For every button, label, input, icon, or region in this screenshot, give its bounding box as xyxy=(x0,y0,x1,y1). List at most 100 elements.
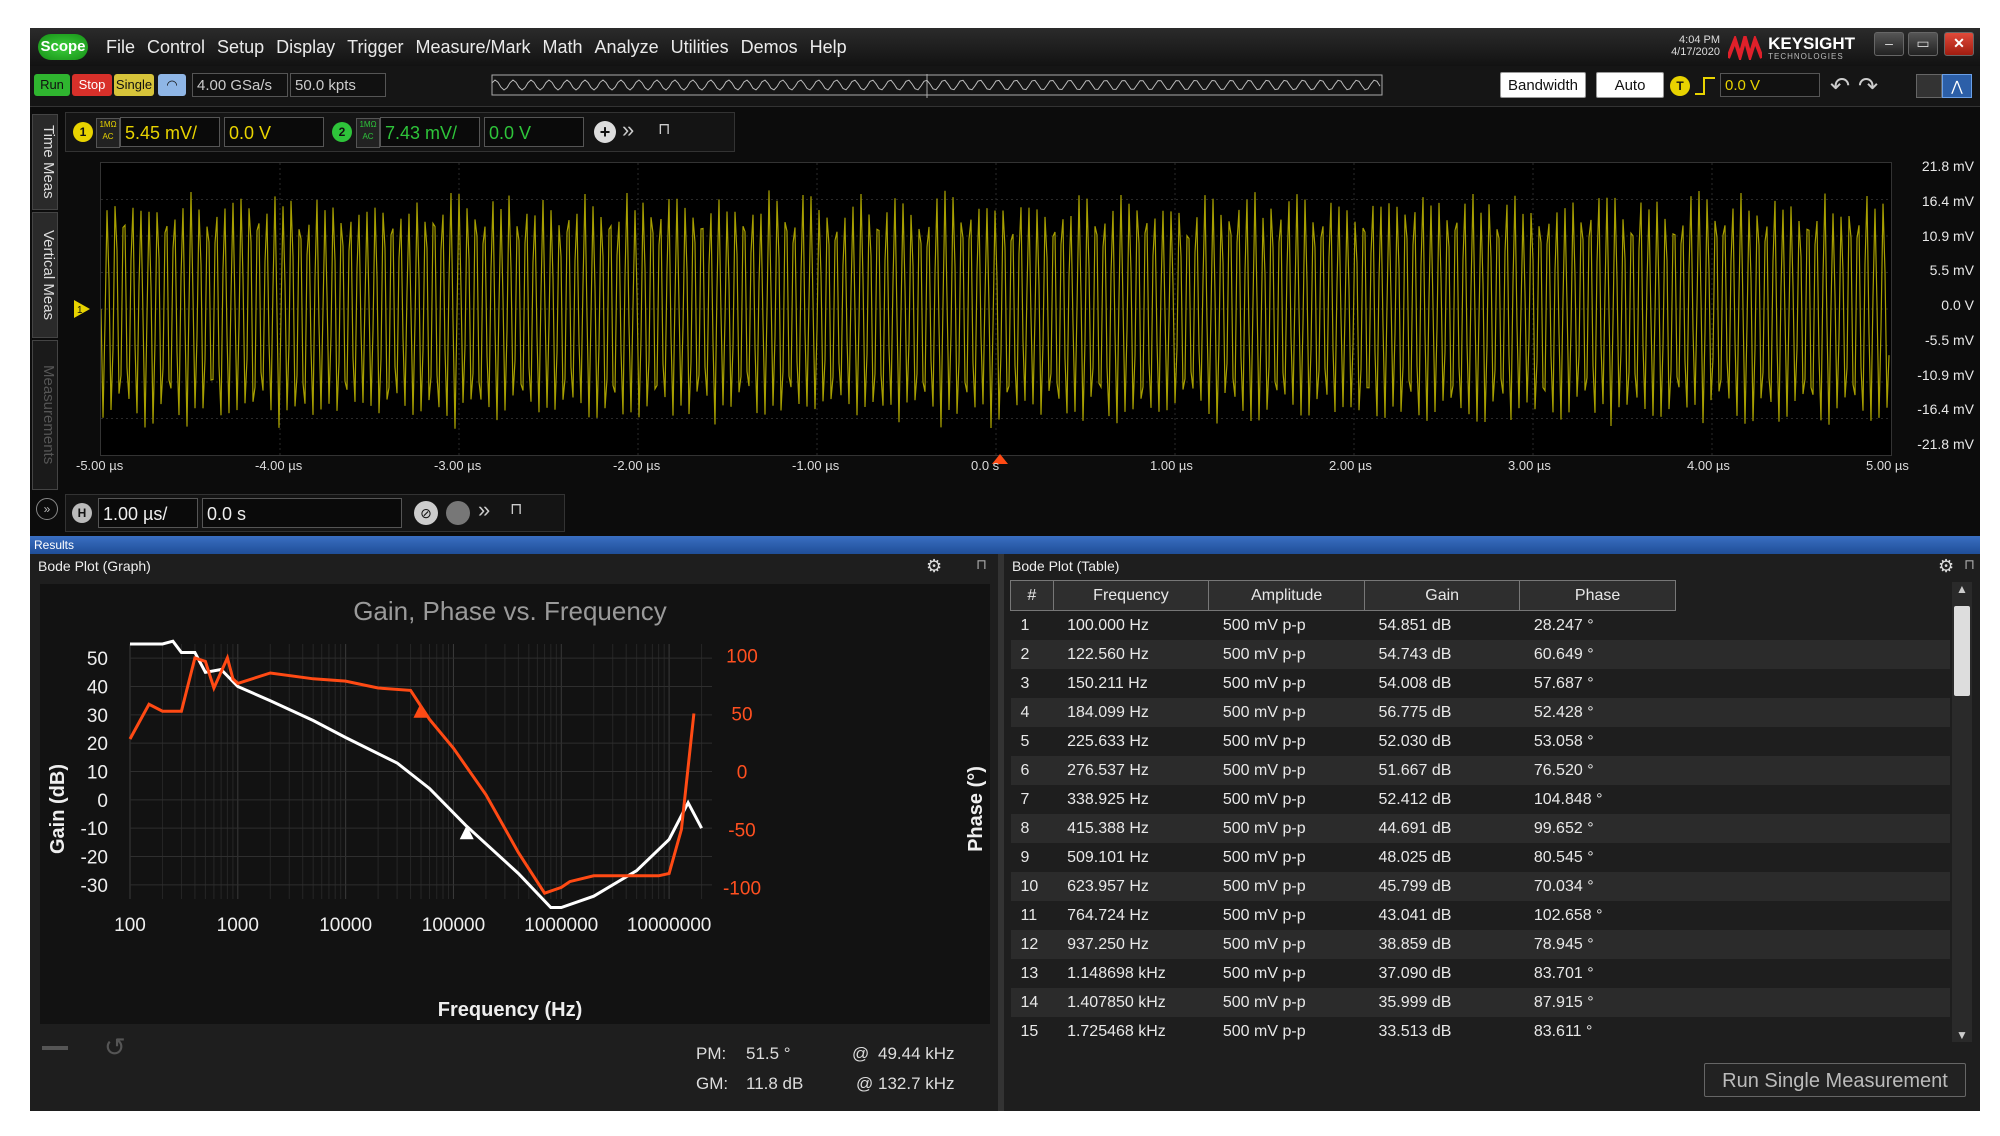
table-scrollbar[interactable]: ▲ ▼ xyxy=(1952,582,1972,1042)
memory-depth[interactable]: 50.0 kpts xyxy=(290,73,386,97)
bode-chart[interactable]: Gain, Phase vs. Frequency Frequency (Hz)… xyxy=(40,584,990,1024)
scope-logo[interactable]: Scope xyxy=(38,34,88,60)
more-icon[interactable]: » xyxy=(622,117,634,143)
table-row[interactable]: 9 509.101 Hz 500 mV p-p 48.025 dB 80.545 ° xyxy=(1010,843,1950,872)
redo-icon[interactable]: ↷ xyxy=(1858,72,1878,101)
menu-file[interactable]: File xyxy=(100,37,141,58)
table-row[interactable]: 1 100.000 Hz 500 mV p-p 54.851 dB 28.247 ° xyxy=(1010,610,1950,640)
channel-1-badge[interactable]: 1 xyxy=(73,122,93,142)
timebase-scale[interactable]: 1.00 µs/ xyxy=(98,498,198,528)
layout-icon[interactable] xyxy=(1916,74,1942,98)
reference-icon[interactable] xyxy=(446,501,470,525)
table-row[interactable]: 13 1.148698 kHz 500 mV p-p 37.090 dB 83.701 … xyxy=(1010,959,1950,988)
maximize-button[interactable]: ▭ xyxy=(1908,32,1938,56)
waveform-display[interactable] xyxy=(100,162,1892,456)
timebase-pin-icon[interactable]: ⊓ xyxy=(510,499,522,519)
menu-utilities[interactable]: Utilities xyxy=(665,37,735,58)
channel-2-offset[interactable]: 0.0 V xyxy=(484,117,584,147)
undo-icon[interactable]: ↶ xyxy=(1830,72,1850,101)
rising-edge-icon[interactable] xyxy=(1694,76,1716,96)
scroll-down-icon[interactable]: ▼ xyxy=(1956,1028,1968,1042)
table-row[interactable]: 6 276.537 Hz 500 mV p-p 51.667 dB 76.520 ° xyxy=(1010,756,1950,785)
sample-rate[interactable]: 4.00 GSa/s xyxy=(192,73,288,97)
cell-gain: 35.999 dB xyxy=(1364,988,1520,1017)
expand-icon[interactable]: » xyxy=(36,498,58,520)
channel-1-offset[interactable]: 0.0 V xyxy=(224,117,324,147)
table-row[interactable]: 4 184.099 Hz 500 mV p-p 56.775 dB 52.428 ° xyxy=(1010,698,1950,727)
trigger-mode-auto-button[interactable]: Auto xyxy=(1596,72,1664,98)
minimize-button[interactable]: – xyxy=(1874,32,1904,56)
col-phase[interactable]: Phase xyxy=(1519,580,1676,611)
table-row[interactable]: 11 764.724 Hz 500 mV p-p 43.041 dB 102.658 ° xyxy=(1010,901,1950,930)
y2-tick-label: -50 xyxy=(728,820,755,841)
timebase-more-icon[interactable]: » xyxy=(478,497,490,523)
channel-1-scale[interactable]: 5.45 mV/ xyxy=(120,117,220,147)
cell-amplitude: 500 mV p-p xyxy=(1208,1017,1365,1040)
cell-index: 14 xyxy=(1010,988,1054,1017)
table-row[interactable]: 15 1.725468 kHz 500 mV p-p 33.513 dB 83.611 … xyxy=(1010,1017,1950,1040)
single-button[interactable]: Single xyxy=(114,74,154,96)
scroll-thumb[interactable] xyxy=(1954,606,1970,696)
tab-measurements[interactable]: Measurements xyxy=(32,340,58,490)
keysight-logo: KEYSIGHT TECHNOLOGIES xyxy=(1728,34,1855,62)
graph-settings-icon[interactable]: ⚙ xyxy=(926,556,942,577)
table-row[interactable]: 10 623.957 Hz 500 mV p-p 45.799 dB 70.034 ° xyxy=(1010,872,1950,901)
menu-demos[interactable]: Demos xyxy=(735,37,804,58)
channel-2-badge[interactable]: 2 xyxy=(332,122,352,142)
menu-analyze[interactable]: Analyze xyxy=(589,37,665,58)
results-header[interactable]: Results xyxy=(30,536,1980,554)
y2-tick-label: 50 xyxy=(731,705,752,726)
graph-pin-icon[interactable]: ⊓ xyxy=(976,556,987,573)
x-axis-label: -2.00 µs xyxy=(613,458,661,473)
table-row[interactable]: 3 150.211 Hz 500 mV p-p 54.008 dB 57.687 ° xyxy=(1010,669,1950,698)
menu-measure-mark[interactable]: Measure/Mark xyxy=(409,37,536,58)
tab-time-meas[interactable]: Time Meas xyxy=(32,114,58,210)
timebase-position[interactable]: 0.0 s xyxy=(202,498,402,528)
zoom-out-icon[interactable] xyxy=(42,1046,68,1050)
table-row[interactable]: 14 1.407850 kHz 500 mV p-p 35.999 dB 87.915 … xyxy=(1010,988,1950,1017)
margins-readout: PM: 51.5 ° @ 49.44 kHz GM: 11.8 dB @ 132… xyxy=(690,1044,990,1104)
col-amplitude[interactable]: Amplitude xyxy=(1208,580,1365,611)
menu-trigger[interactable]: Trigger xyxy=(341,37,409,58)
acquisition-icon[interactable]: ◠ xyxy=(158,74,186,96)
menu-math[interactable]: Math xyxy=(537,37,589,58)
reset-zoom-icon[interactable]: ↺ xyxy=(104,1032,126,1063)
table-row[interactable]: 12 937.250 Hz 500 mV p-p 38.859 dB 78.945 ° xyxy=(1010,930,1950,959)
col-gain[interactable]: Gain xyxy=(1363,580,1521,611)
channel-2-coupling[interactable]: 1MΩ AC xyxy=(356,118,380,148)
waveform-view-icon[interactable]: ⋀ xyxy=(1942,74,1972,98)
zoom-icon[interactable]: ⊘ xyxy=(414,501,438,525)
horizontal-badge[interactable]: H xyxy=(72,503,92,523)
close-button[interactable]: ✕ xyxy=(1944,32,1974,56)
col-frequency[interactable]: Frequency xyxy=(1052,580,1210,611)
x-tick-label: 100000 xyxy=(422,915,485,936)
trigger-level[interactable]: 0.0 V xyxy=(1720,73,1820,97)
table-row[interactable]: 8 415.388 Hz 500 mV p-p 44.691 dB 99.652 ° xyxy=(1010,814,1950,843)
bode-chart-svg: Gain, Phase vs. Frequency Frequency (Hz)… xyxy=(47,596,987,1021)
menu-help[interactable]: Help xyxy=(804,37,853,58)
x-tick-label: 10000 xyxy=(319,915,372,936)
menu-control[interactable]: Control xyxy=(141,37,211,58)
gm-at: @ xyxy=(856,1074,874,1093)
menu-display[interactable]: Display xyxy=(270,37,341,58)
table-settings-icon[interactable]: ⚙ xyxy=(1938,556,1954,577)
scroll-up-icon[interactable]: ▲ xyxy=(1956,582,1968,596)
menu-setup[interactable]: Setup xyxy=(211,37,270,58)
tab-vertical-meas[interactable]: Vertical Meas xyxy=(32,212,58,338)
table-row[interactable]: 2 122.560 Hz 500 mV p-p 54.743 dB 60.649 ° xyxy=(1010,640,1950,669)
col-index[interactable]: # xyxy=(1010,580,1054,611)
channel-1-coupling[interactable]: 1MΩ AC xyxy=(96,118,120,148)
stop-button[interactable]: Stop xyxy=(72,74,112,96)
channel-2-scale[interactable]: 7.43 mV/ xyxy=(380,117,480,147)
pin-icon[interactable]: ⊓ xyxy=(658,119,670,139)
channel-1-marker-icon[interactable]: 1 xyxy=(74,298,96,320)
add-channel-icon[interactable]: + xyxy=(594,121,616,143)
y-tick-label: 10 xyxy=(87,763,108,784)
bandwidth-button[interactable]: Bandwidth xyxy=(1500,72,1586,98)
run-single-measurement-button[interactable]: Run Single Measurement xyxy=(1704,1063,1966,1097)
cell-gain: 54.743 dB xyxy=(1364,640,1520,669)
table-pin-icon[interactable]: ⊓ xyxy=(1964,556,1975,573)
table-row[interactable]: 5 225.633 Hz 500 mV p-p 52.030 dB 53.058 ° xyxy=(1010,727,1950,756)
run-button[interactable]: Run xyxy=(34,74,70,96)
table-row[interactable]: 7 338.925 Hz 500 mV p-p 52.412 dB 104.848 ° xyxy=(1010,785,1950,814)
